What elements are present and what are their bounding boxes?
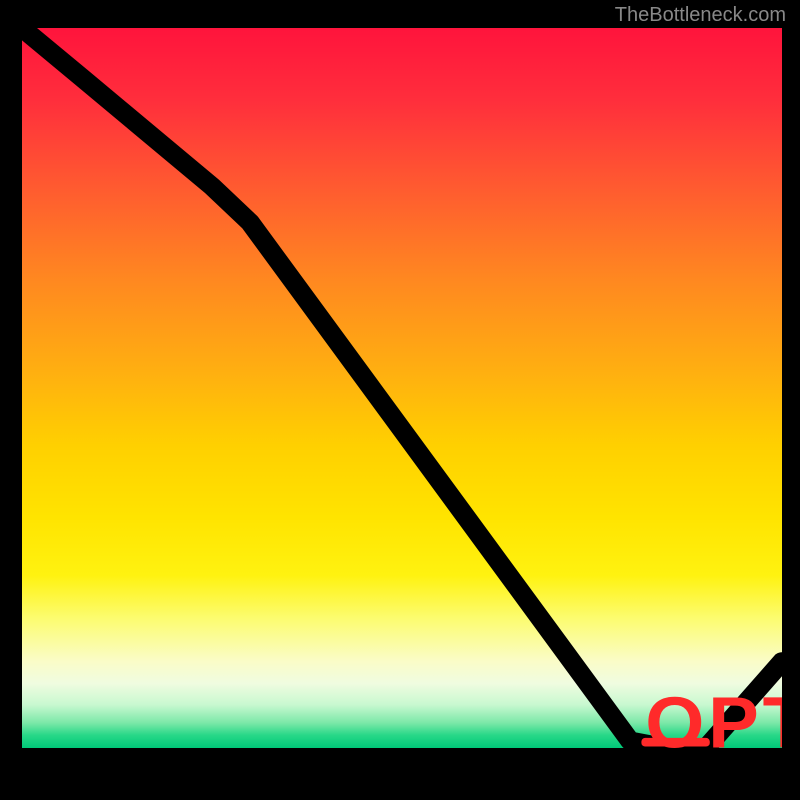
- bottleneck-curve-svg: OPTIMUM: [22, 28, 782, 748]
- watermark-text: TheBottleneck.com: [615, 4, 786, 27]
- bottleneck-curve: [22, 28, 782, 748]
- optimum-marker-label: OPTIMUM: [645, 682, 782, 748]
- optimum-marker: OPTIMUM: [641, 682, 782, 748]
- chart-plot-area: OPTIMUM: [22, 28, 782, 748]
